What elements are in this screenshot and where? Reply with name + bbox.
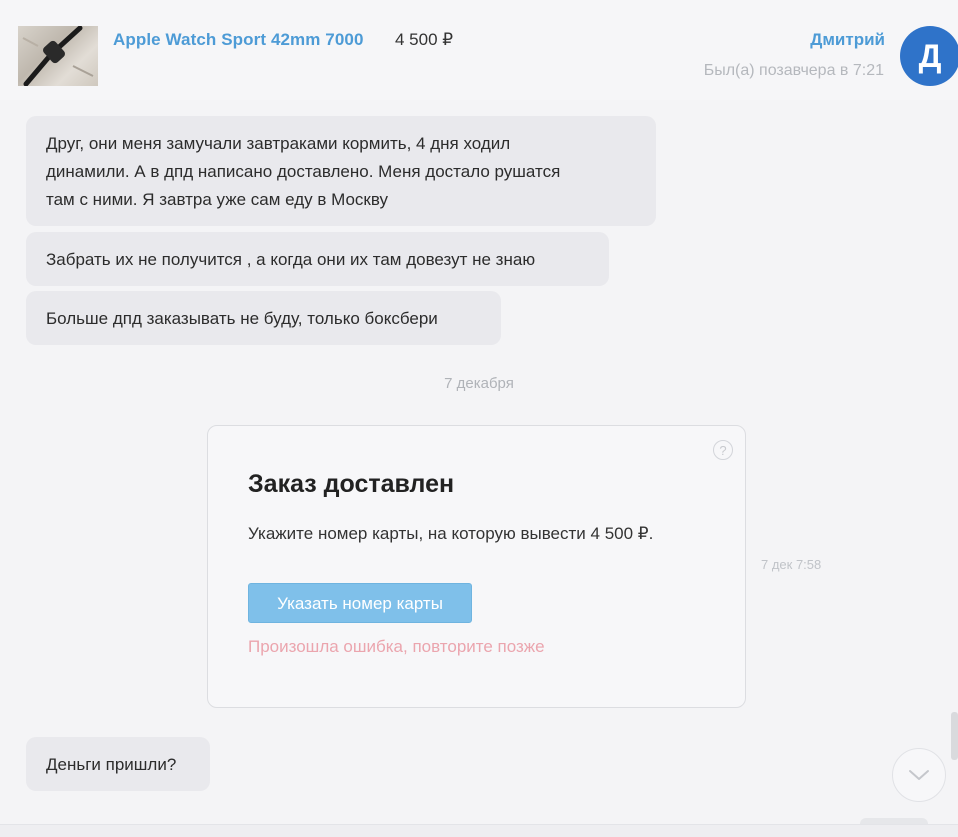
message-bubble: Деньги пришли? bbox=[26, 737, 210, 791]
scrollbar-thumb[interactable] bbox=[951, 712, 958, 760]
composer-border bbox=[0, 824, 958, 837]
enter-card-number-button[interactable]: Указать номер карты bbox=[248, 583, 472, 623]
card-instruction: Укажите номер карты, на которую вывести … bbox=[248, 524, 654, 543]
product-thumbnail[interactable] bbox=[18, 26, 98, 86]
card-title: Заказ доставлен bbox=[248, 470, 455, 498]
help-icon[interactable]: ? bbox=[713, 440, 733, 460]
product-title-link[interactable]: Apple Watch Sport 42mm 7000 bbox=[113, 30, 364, 50]
watch-photo-icon bbox=[22, 26, 94, 86]
chevron-down-icon bbox=[909, 770, 929, 780]
message-bubble: Больше дпд заказывать не буду, только бо… bbox=[26, 291, 501, 345]
message-text: Деньги пришли? bbox=[46, 755, 177, 774]
message-text: Забрать их не получится , а когда они их… bbox=[46, 250, 536, 269]
last-seen-status: Был(а) позавчера в 7:21 bbox=[703, 62, 884, 79]
order-delivered-card: ? Заказ доставлен Укажите номер карты, н… bbox=[207, 425, 746, 708]
seller-avatar[interactable]: Д bbox=[900, 26, 958, 86]
scroll-down-button[interactable] bbox=[892, 748, 946, 802]
message-line: динамили. А в дпд написано доставлено. М… bbox=[46, 162, 561, 181]
product-price: 4 500 ₽ bbox=[395, 30, 454, 49]
seller-name-link[interactable]: Дмитрий bbox=[810, 30, 885, 50]
message-line: Друг, они меня замучали завтраками корми… bbox=[46, 134, 511, 153]
error-message: Произошла ошибка, повторите позже bbox=[248, 637, 545, 656]
message-bubble: Забрать их не получится , а когда они их… bbox=[26, 232, 609, 286]
date-separator: 7 декабря bbox=[444, 375, 514, 392]
message-bubble: Друг, они меня замучали завтраками корми… bbox=[26, 116, 656, 226]
chat-header: Apple Watch Sport 42mm 7000 4 500 ₽ Дмит… bbox=[0, 0, 958, 100]
message-list[interactable]: Друг, они меня замучали завтраками корми… bbox=[0, 100, 958, 837]
message-text: Больше дпд заказывать не буду, только бо… bbox=[46, 309, 438, 328]
message-line: там с ними. Я завтра уже сам еду в Москв… bbox=[46, 190, 389, 209]
message-timestamp: 7 дек 7:58 bbox=[761, 557, 822, 572]
